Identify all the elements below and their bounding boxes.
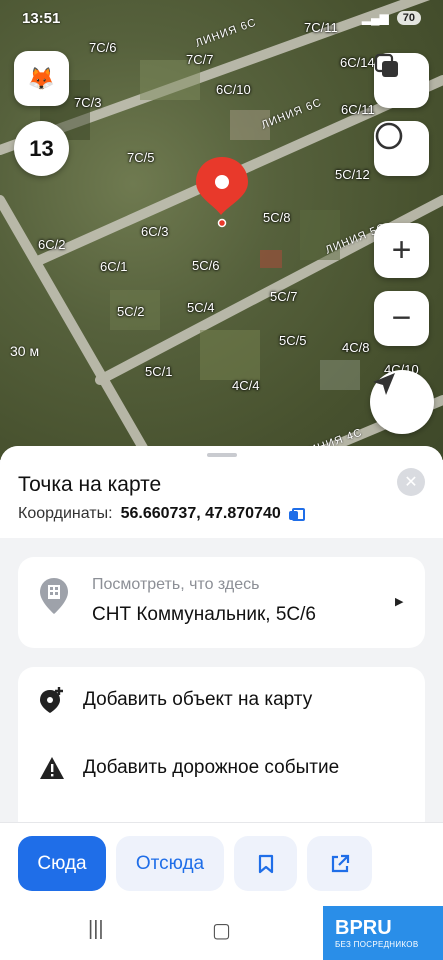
building-pin-icon [40, 578, 68, 614]
plot-label: 7С/6 [89, 40, 117, 55]
plot-label: 6С/1 [100, 259, 128, 274]
mode-button[interactable] [374, 121, 429, 176]
home-icon[interactable]: ▢ [212, 918, 231, 943]
plot-label: 6С/11 [341, 102, 375, 117]
plot-label: 5С/1 [145, 364, 173, 379]
plot-label: 5С/6 [192, 258, 220, 273]
close-button[interactable]: ✕ [397, 468, 425, 496]
recents-icon[interactable]: ||| [88, 918, 104, 941]
circle-icon [375, 122, 403, 150]
plot-label: 6С/10 [216, 82, 251, 97]
coords-value[interactable]: 56.660737, 47.870740 [121, 505, 281, 523]
add-road-event-label: Добавить дорожное событие [83, 757, 340, 778]
route-from-button[interactable]: Отсюда [116, 836, 224, 891]
bottom-sheet: Точка на карте ✕ Координаты: 56.660737, … [0, 446, 443, 960]
battery-indicator: 70 [396, 11, 421, 25]
bookmark-button[interactable] [234, 836, 297, 891]
navigation-arrow-icon [373, 373, 395, 395]
sheet-header: Точка на карте ✕ Координаты: 56.660737, … [0, 446, 443, 538]
watermark-tagline: БЕЗ ПОСРЕДНИКОВ [335, 940, 419, 949]
add-object-item[interactable]: Добавить объект на карту [18, 675, 425, 725]
zoom-out-button[interactable]: − [374, 291, 429, 346]
what-here-card[interactable]: Посмотреть, что здесь СНТ Коммунальник, … [18, 557, 425, 648]
sheet-title: Точка на карте [18, 473, 162, 496]
zoom-level-badge[interactable]: 13 [14, 121, 69, 176]
plot-label: 4С/8 [342, 340, 370, 355]
actions-card: Добавить объект на карту Добавить дорожн… [18, 667, 425, 837]
add-place-icon [40, 687, 63, 713]
signal-icon: ▂▄▆ [361, 11, 389, 25]
plus-icon: + [391, 231, 412, 269]
plot-label: 6С/2 [38, 237, 66, 252]
zoom-in-button[interactable]: + [374, 223, 429, 278]
route-here-button[interactable]: Сюда [18, 836, 106, 891]
minus-icon: − [391, 299, 412, 337]
add-road-event-item[interactable]: Добавить дорожное событие [18, 743, 425, 793]
map-scale: 30 м [10, 343, 40, 359]
plot-label: 5С/8 [263, 210, 291, 225]
sheet-grab-handle[interactable] [207, 453, 237, 457]
plot-label: 4С/4 [232, 378, 260, 393]
map-view[interactable]: ЛИНИЯ 6С ЛИНИЯ 6С ЛИНИЯ 5С ЛИНИЯ 4С 7С/6… [0, 0, 443, 460]
what-here-title: СНТ Коммунальник, 5С/6 [92, 604, 316, 625]
watermark-brand: BPRU [335, 917, 392, 939]
plot-label: 7С/3 [74, 95, 102, 110]
plot-label: 5С/4 [187, 300, 215, 315]
what-here-subtitle: Посмотреть, что здесь [92, 576, 260, 593]
warning-icon [40, 757, 64, 779]
add-object-label: Добавить объект на карту [83, 689, 313, 710]
plot-label: 6С/14 [340, 55, 375, 70]
plot-label: 6С/3 [141, 224, 169, 239]
map-pin-icon [196, 157, 248, 228]
fox-icon[interactable]: 🦊 [14, 51, 69, 106]
share-button[interactable] [307, 836, 372, 891]
plot-label: 5С/5 [279, 333, 307, 348]
status-bar: 13:51 ▂▄▆ 70 [0, 0, 443, 36]
watermark: BPRU БЕЗ ПОСРЕДНИКОВ [323, 906, 443, 960]
layers-button[interactable] [374, 53, 429, 108]
plot-label: 5С/12 [335, 167, 370, 182]
status-time: 13:51 [22, 9, 61, 27]
coordinates: Координаты: 56.660737, 47.870740 [18, 505, 305, 523]
plot-label: 7С/7 [186, 52, 214, 67]
coords-label: Координаты: [18, 505, 113, 522]
plot-label: 7С/5 [127, 150, 155, 165]
layers-icon [374, 53, 398, 77]
chevron-right-icon: ▶ [395, 596, 404, 608]
share-icon [331, 854, 349, 872]
action-bar: Сюда Отсюда [0, 822, 443, 902]
plot-label: 5С/7 [270, 289, 298, 304]
close-icon: ✕ [404, 474, 418, 491]
plot-label: 5С/2 [117, 304, 145, 319]
copy-icon[interactable] [288, 507, 305, 521]
bookmark-icon [258, 854, 273, 873]
locate-button[interactable] [370, 370, 434, 434]
